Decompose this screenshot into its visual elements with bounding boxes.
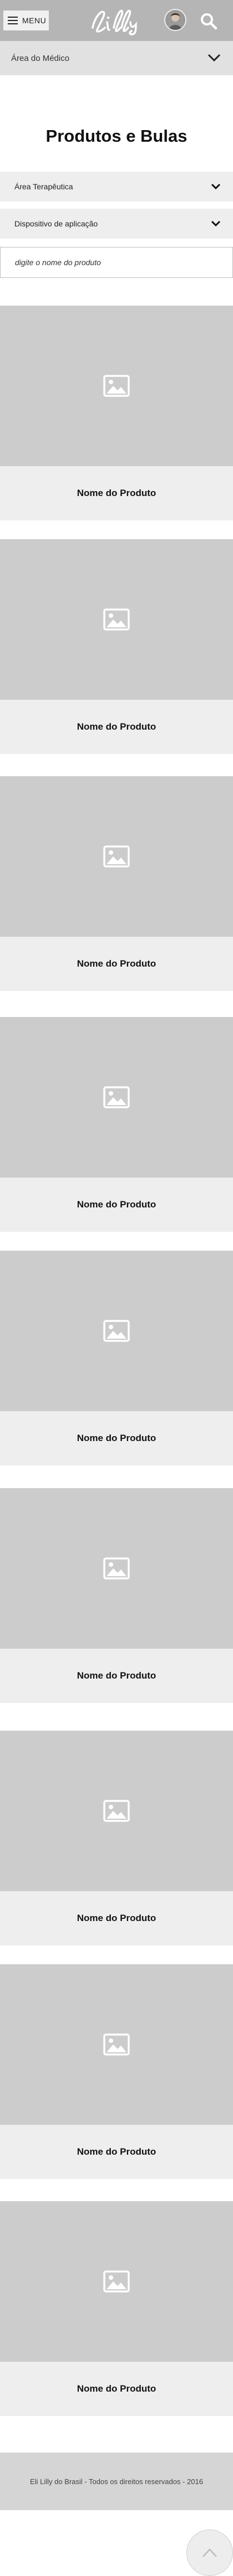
menu-button[interactable]: MENU <box>3 11 49 30</box>
product-name: Nome do Produto <box>0 700 233 754</box>
product-card[interactable]: Nome do Produto <box>0 1017 233 1232</box>
product-image <box>0 539 233 700</box>
product-name: Nome do Produto <box>0 1649 233 1703</box>
chevron-down-icon <box>211 183 221 190</box>
product-search-input[interactable] <box>0 247 233 278</box>
image-placeholder-icon <box>103 845 130 868</box>
product-name: Nome do Produto <box>0 937 233 991</box>
filter-label: Área Terapêutica <box>14 182 73 191</box>
image-placeholder-icon <box>103 1086 130 1108</box>
product-card[interactable]: Nome do Produto <box>0 1964 233 2179</box>
product-card[interactable]: Nome do Produto <box>0 776 233 991</box>
product-card[interactable]: Nome do Produto <box>0 1488 233 1703</box>
product-image <box>0 1017 233 1178</box>
product-image <box>0 1251 233 1411</box>
chevron-up-icon <box>202 2548 217 2557</box>
image-placeholder-icon <box>103 1557 130 1579</box>
chevron-down-icon <box>211 220 221 227</box>
product-image <box>0 2201 233 2362</box>
product-image <box>0 1731 233 1891</box>
product-name: Nome do Produto <box>0 1178 233 1232</box>
search-icon[interactable] <box>200 12 217 30</box>
image-placeholder-icon <box>103 2033 130 2056</box>
copyright-text: Eli Lilly do Brasil - Todos os direitos … <box>30 2477 203 2486</box>
image-placeholder-icon <box>103 1800 130 1822</box>
product-card[interactable]: Nome do Produto <box>0 1731 233 1945</box>
lilly-logo[interactable] <box>85 6 146 35</box>
user-photo-icon <box>165 10 185 30</box>
chevron-down-icon <box>207 54 221 62</box>
filter-label: Dispositivo de aplicação <box>14 219 98 228</box>
user-avatar[interactable] <box>164 9 186 31</box>
product-image <box>0 1488 233 1649</box>
hamburger-icon <box>8 17 18 24</box>
product-card[interactable]: Nome do Produto <box>0 306 233 520</box>
product-card[interactable]: Nome do Produto <box>0 1251 233 1465</box>
filter-application-device[interactable]: Dispositivo de aplicação <box>0 209 233 239</box>
image-placeholder-icon <box>103 1320 130 1342</box>
area-selector-label: Área do Médico <box>11 53 70 63</box>
product-name: Nome do Produto <box>0 1411 233 1465</box>
product-image <box>0 1964 233 2125</box>
image-placeholder-icon <box>103 608 130 631</box>
area-selector[interactable]: Área do Médico <box>0 41 233 75</box>
product-name: Nome do Produto <box>0 2125 233 2179</box>
product-image <box>0 306 233 466</box>
product-name: Nome do Produto <box>0 1891 233 1945</box>
site-header: MENU <box>0 0 233 41</box>
image-placeholder-icon <box>103 2270 130 2293</box>
menu-label: MENU <box>22 16 47 25</box>
product-image <box>0 776 233 937</box>
filter-therapeutic-area[interactable]: Área Terapêutica <box>0 172 233 202</box>
back-to-top-button[interactable] <box>186 2529 233 2576</box>
product-name: Nome do Produto <box>0 466 233 520</box>
page-title: Produtos e Bulas <box>45 126 188 146</box>
product-name: Nome do Produto <box>0 2362 233 2416</box>
product-card[interactable]: Nome do Produto <box>0 2201 233 2416</box>
site-footer: Eli Lilly do Brasil - Todos os direitos … <box>0 2453 233 2510</box>
product-card[interactable]: Nome do Produto <box>0 539 233 754</box>
image-placeholder-icon <box>103 375 130 397</box>
